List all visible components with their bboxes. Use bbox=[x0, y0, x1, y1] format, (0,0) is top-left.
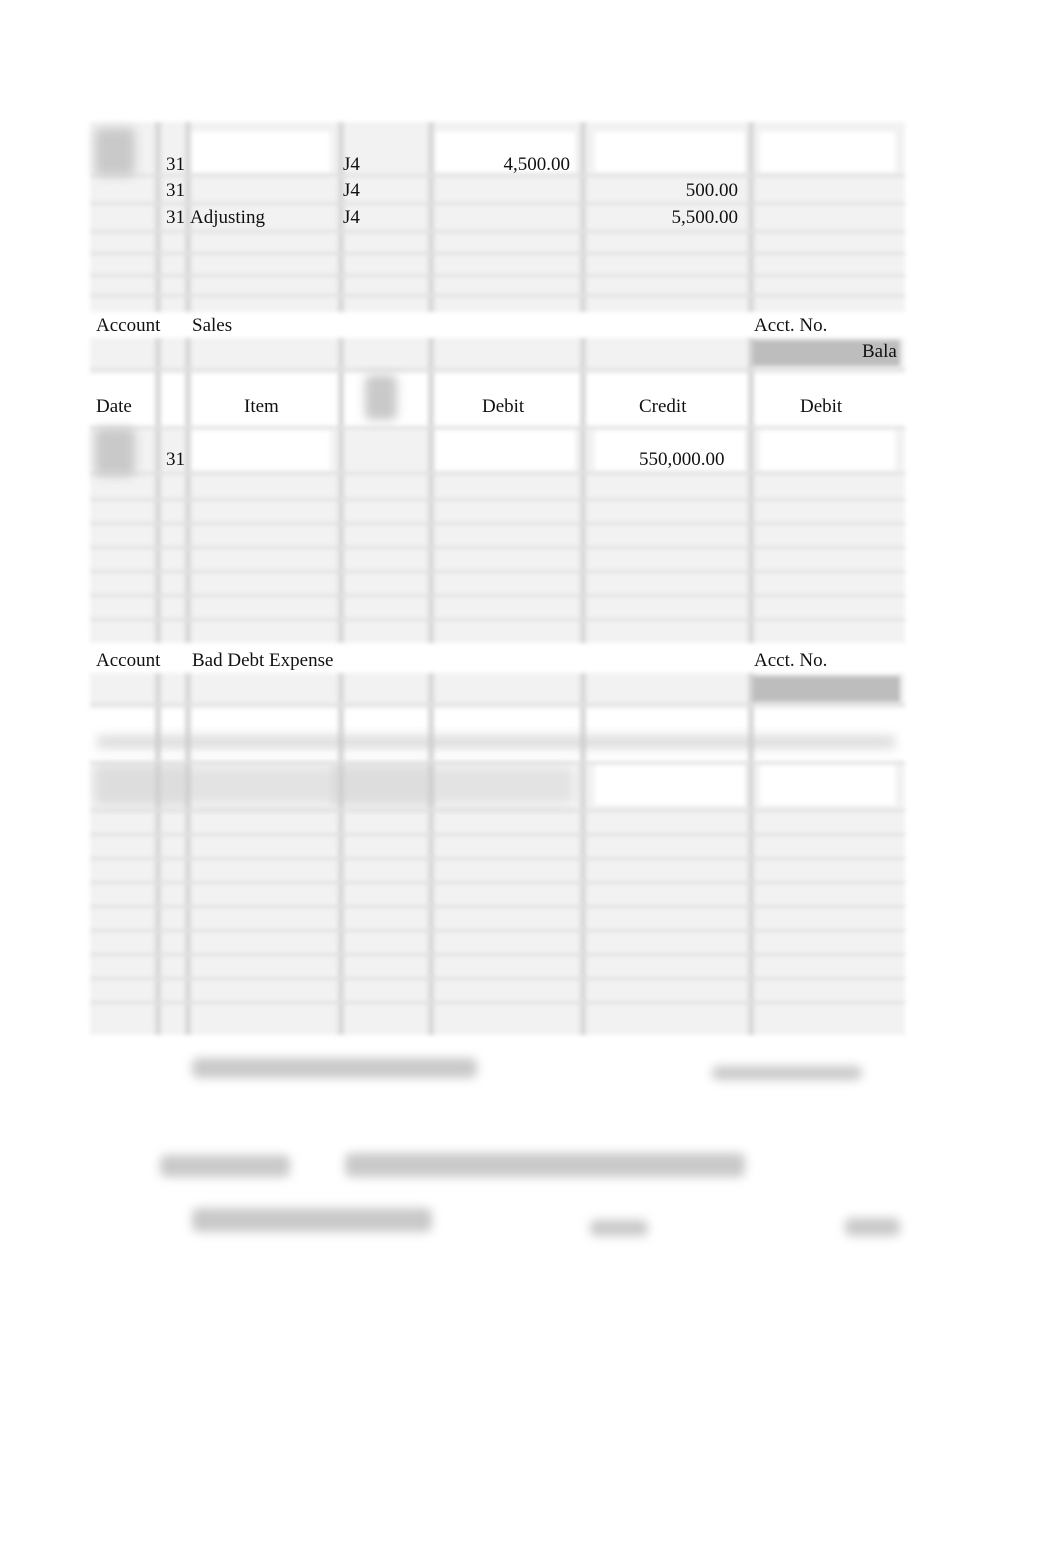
estimated-expense-line-blurred bbox=[192, 1058, 477, 1078]
post-ref: J4 bbox=[343, 154, 360, 175]
date-day: 31 bbox=[166, 207, 185, 228]
requirement-text-blurred bbox=[345, 1153, 745, 1177]
date-day: 31 bbox=[166, 449, 185, 470]
header-credit: Credit bbox=[639, 396, 687, 417]
header-item: Item bbox=[244, 396, 279, 417]
credit-amount: 500.00 bbox=[685, 180, 738, 201]
requirement-label-blurred bbox=[160, 1155, 290, 1177]
header-balance-debit: Debit bbox=[800, 396, 843, 417]
balance-header-bg bbox=[752, 676, 900, 702]
ledger2-month-blurred bbox=[95, 428, 135, 476]
account-name: Bad Debt Expense bbox=[192, 650, 334, 671]
post-ref: J4 bbox=[343, 180, 360, 201]
item-text: Adjusting bbox=[190, 207, 265, 228]
ledger3-headers-blurred bbox=[96, 735, 896, 749]
debit-amount: 4,500.00 bbox=[503, 154, 571, 175]
header-debit: Debit bbox=[482, 396, 525, 417]
estimated-expense-value-blurred bbox=[712, 1066, 862, 1080]
ledger2-grid bbox=[90, 338, 905, 643]
balance-header: Bala bbox=[862, 341, 897, 362]
ledger3-grid bbox=[90, 673, 905, 1035]
post-ref-header-blurred bbox=[365, 375, 397, 420]
ledger1-month-blurred bbox=[95, 128, 135, 176]
credit-amount: 5,500.00 bbox=[671, 207, 739, 228]
header-date: Date bbox=[96, 396, 132, 417]
date-day: 31 bbox=[166, 180, 185, 201]
account-label: Account bbox=[96, 650, 161, 671]
nrv-value1-blurred bbox=[590, 1220, 648, 1236]
post-ref: J4 bbox=[343, 207, 360, 228]
nrv-value2-blurred bbox=[845, 1218, 900, 1236]
credit-amount: 550,000.00 bbox=[639, 449, 725, 470]
account-name: Sales bbox=[192, 315, 233, 336]
date-day: 31 bbox=[166, 154, 185, 175]
nrv-label-blurred bbox=[192, 1208, 432, 1232]
acct-no-label: Acct. No. bbox=[754, 650, 828, 671]
account-label: Account bbox=[96, 315, 161, 336]
ledger3-row-blurred bbox=[95, 765, 575, 805]
acct-no-label: Acct. No. bbox=[754, 315, 828, 336]
